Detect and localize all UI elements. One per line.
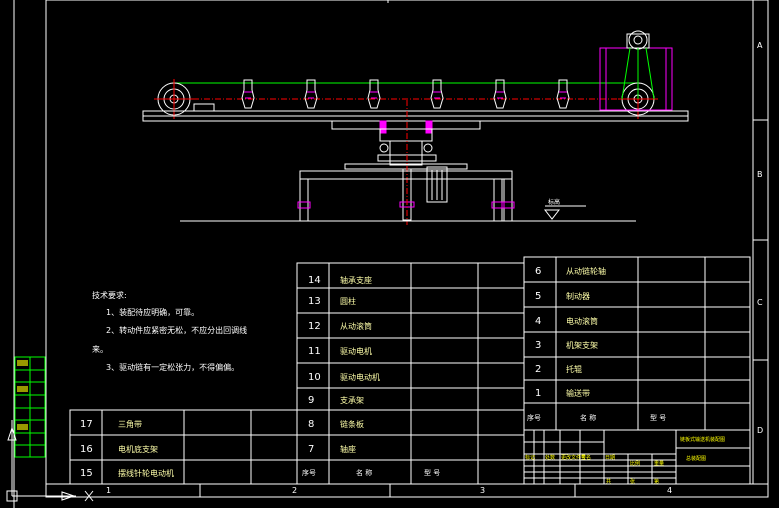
zone-number: 2	[292, 486, 297, 495]
bom-item-name: 轴座	[340, 444, 356, 454]
bom-header-no: 序号	[527, 413, 541, 422]
bom-item-no: 4	[535, 316, 541, 327]
bom-item-name: 电机底支架	[118, 444, 158, 454]
note-line: 1、装配待应明确，可靠。	[106, 307, 199, 317]
bom-header-name: 名 称	[356, 468, 372, 477]
drawing-title: 链板式输送机装配图	[680, 436, 725, 443]
bom-item-no: 16	[80, 444, 93, 455]
bom-item-name: 支承架	[340, 395, 364, 405]
bom-item-name: 链条板	[340, 419, 364, 429]
zone-number: 1	[106, 486, 111, 495]
bom-item-name: 托辊	[566, 364, 582, 374]
bom-item-no: 6	[535, 266, 541, 277]
note-line: 3、驱动链有一定松张力，不得偏偏。	[106, 362, 239, 372]
drawing-subtitle: 总装配图	[686, 455, 706, 462]
bom-item-no: 9	[308, 395, 314, 406]
zone-number: 4	[667, 486, 672, 495]
bom-item-no: 15	[80, 468, 93, 479]
bom-item-no: 12	[308, 321, 321, 332]
bom-item-no: 17	[80, 419, 93, 430]
bom-item-name: 驱动电动机	[340, 372, 380, 382]
bom-item-name: 电动滚筒	[566, 316, 598, 326]
bom-header-spec: 型 号	[650, 413, 666, 422]
zone-letter: A	[757, 41, 763, 50]
bom-item-name: 圆柱	[340, 296, 356, 306]
note-line: 2、转动件应紧密无松，不应分出回调线	[106, 325, 247, 335]
ground-mark-label: 标高	[548, 198, 560, 206]
title-label: 比例	[630, 460, 640, 467]
title-label: 重量	[654, 460, 664, 467]
bom-item-no: 7	[308, 444, 314, 455]
bom-header-name: 名 称	[580, 413, 596, 422]
notes-title: 技术要求:	[92, 290, 127, 300]
title-label: 标记	[525, 454, 535, 461]
bom-item-name: 摆线针轮电动机	[118, 468, 174, 478]
bom-item-name: 输送带	[566, 388, 590, 398]
bom-header-spec: 型 号	[424, 468, 440, 477]
bom-item-name: 机架支架	[566, 340, 598, 350]
bom-item-no: 5	[535, 291, 541, 302]
title-label: 张	[630, 478, 635, 485]
bom-item-no: 2	[535, 364, 541, 375]
bom-item-name: 轴承支座	[340, 275, 372, 285]
zone-number: 3	[480, 486, 485, 495]
bom-item-no: 8	[308, 419, 314, 430]
bom-item-no: 3	[535, 340, 541, 351]
zone-letter: C	[757, 298, 763, 307]
cad-drawing: A B C D 1 2 3 4 标高 技术要求: 1、装配待应明确，可靠。 2、…	[0, 0, 779, 508]
bom-item-name: 从动链轮轴	[566, 266, 606, 276]
bom-item-name: 驱动电机	[340, 346, 372, 356]
bom-item-no: 14	[308, 275, 321, 286]
bom-item-no: 1	[535, 388, 541, 399]
title-label: 共	[606, 478, 611, 485]
bom-item-no: 13	[308, 296, 321, 307]
zone-letter: B	[757, 170, 763, 179]
title-label: 日期	[605, 455, 615, 461]
title-label: 第	[654, 478, 659, 485]
title-label: 签名	[581, 454, 591, 461]
bom-header-no: 序号	[302, 468, 316, 477]
title-label: 处数	[545, 454, 555, 461]
note-line: 来。	[92, 345, 108, 354]
zone-letter: D	[757, 426, 763, 435]
bom-item-name: 制动器	[566, 291, 590, 301]
bom-item-no: 11	[308, 346, 321, 357]
bom-item-name: 从动滚筒	[340, 321, 372, 331]
bom-item-name: 三角带	[118, 419, 142, 429]
bom-item-no: 10	[308, 372, 321, 383]
